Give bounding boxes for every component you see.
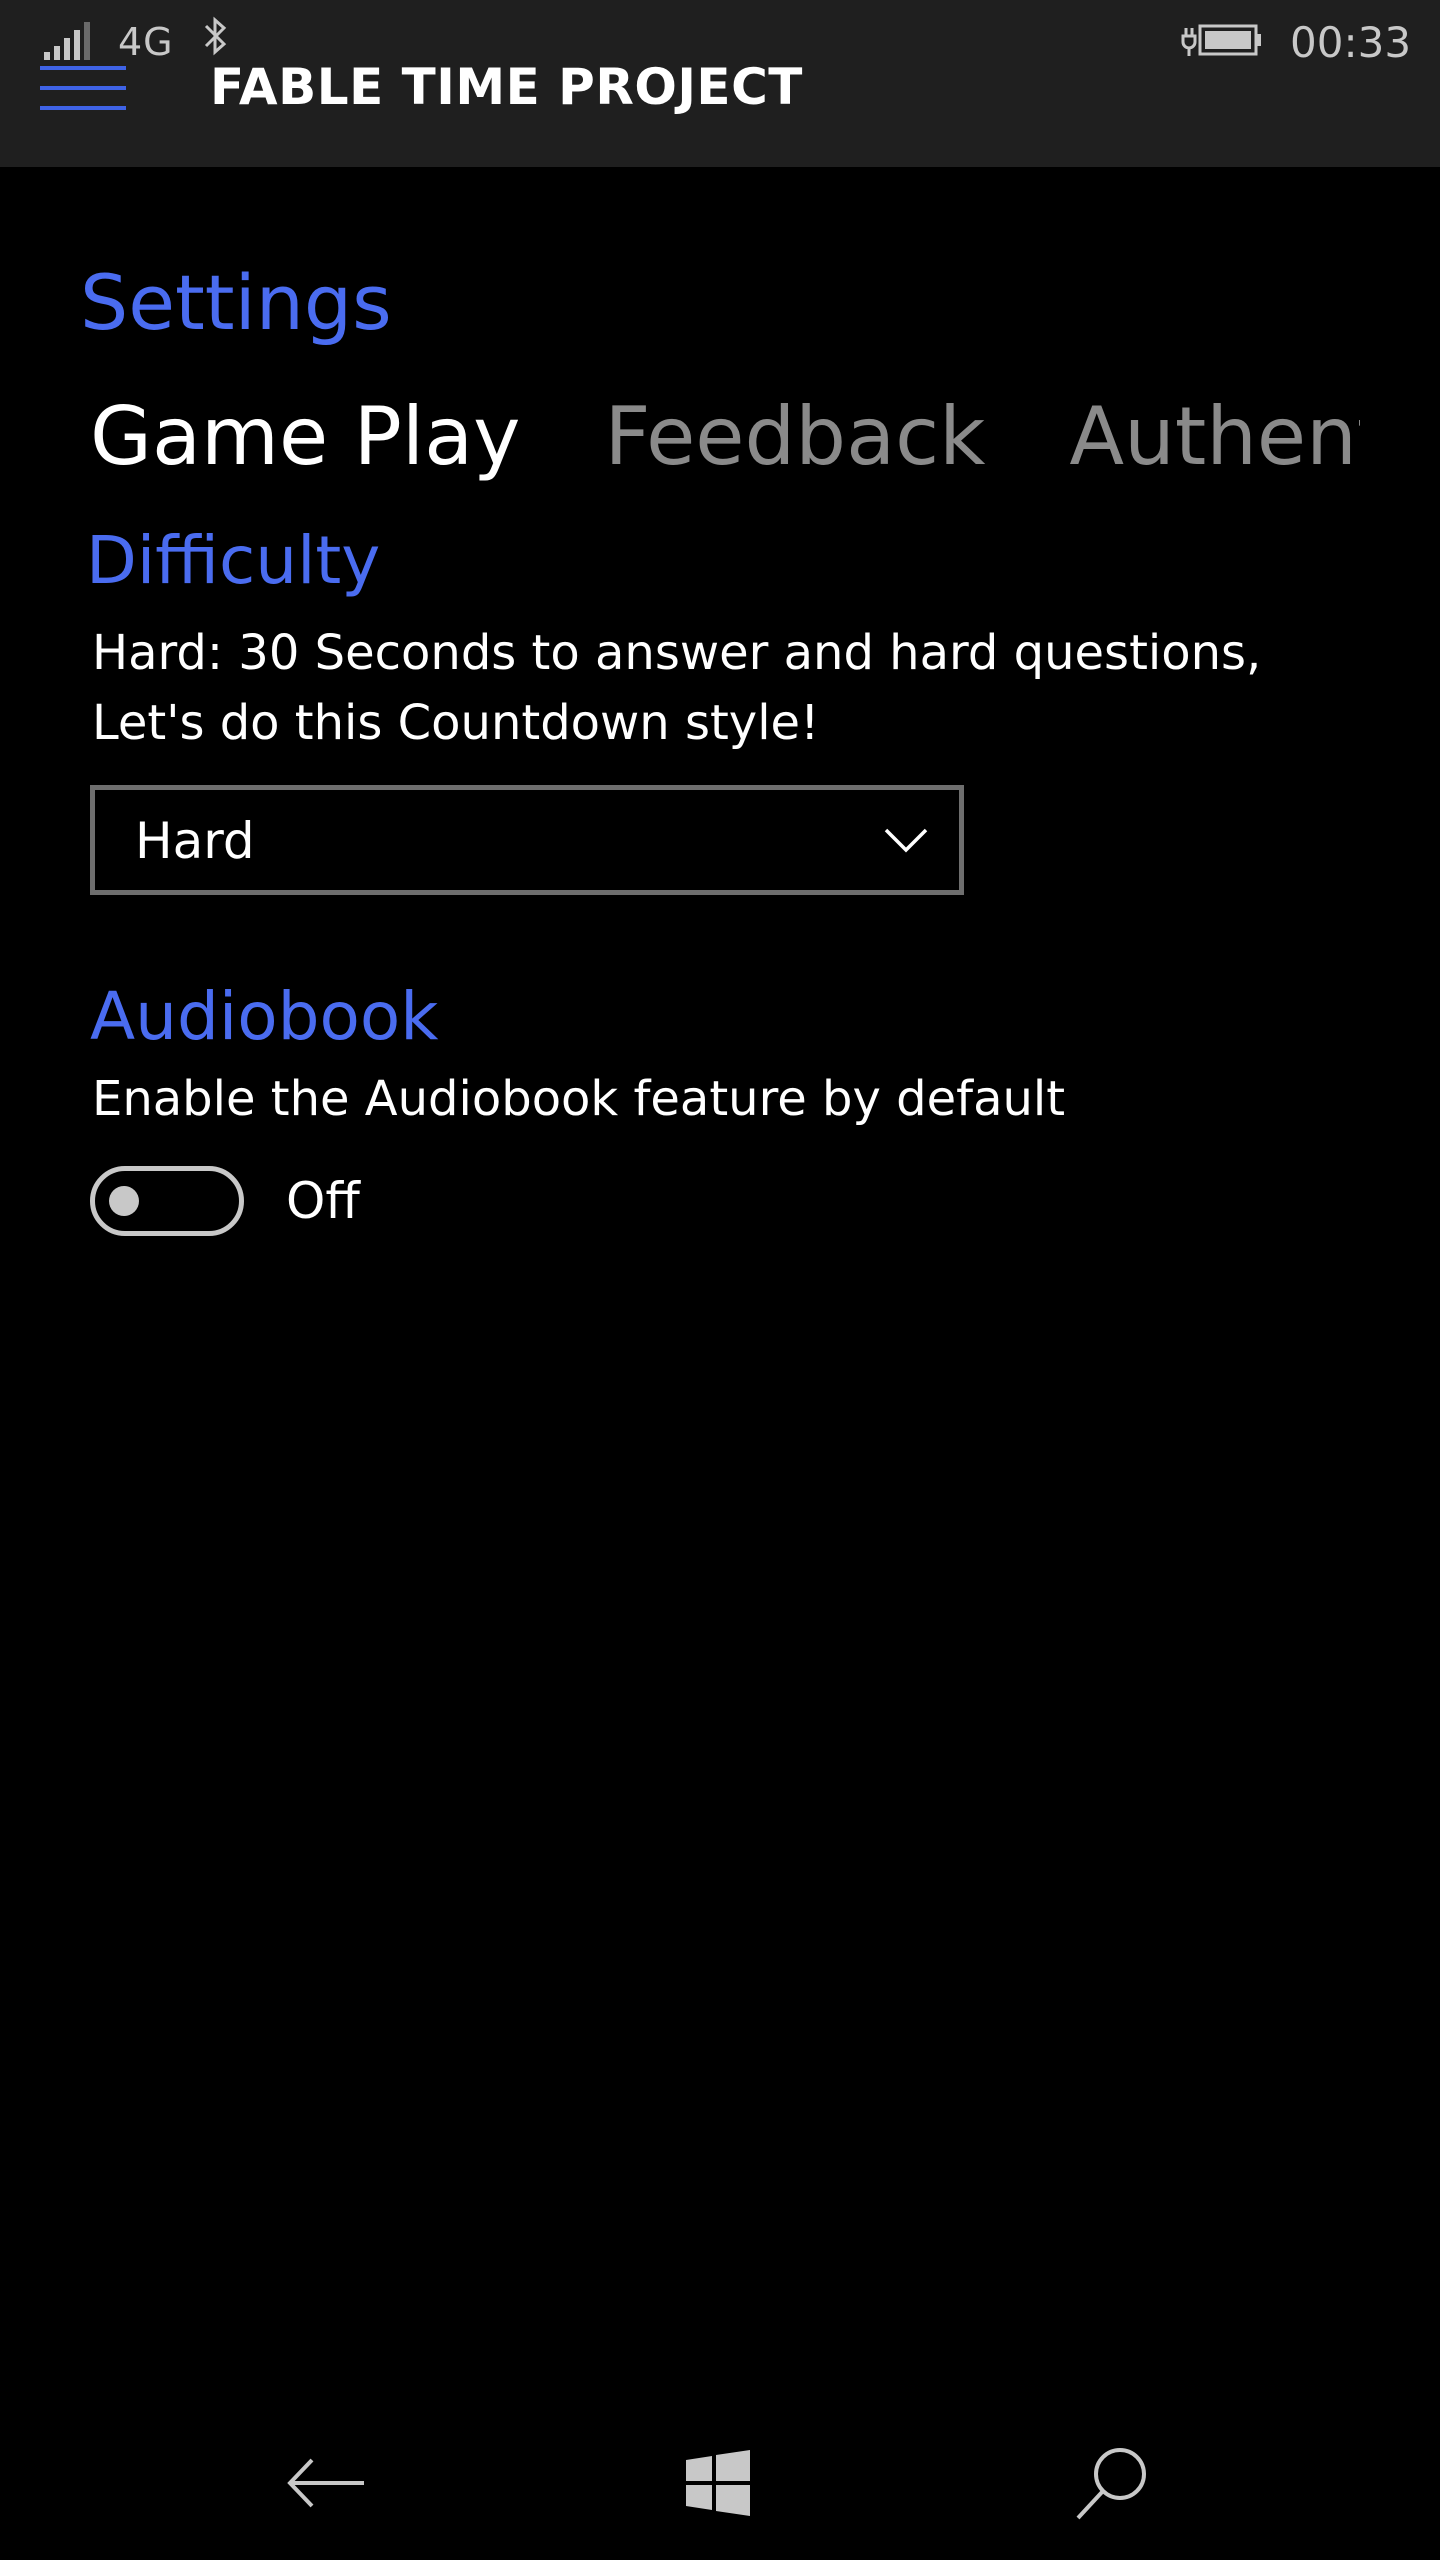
difficulty-dropdown[interactable]: Hard (90, 785, 964, 895)
difficulty-description-line-1: Hard: 30 Seconds to answer and hard ques… (92, 625, 1262, 681)
chevron-down-icon (884, 828, 928, 853)
bluetooth-icon (204, 16, 227, 56)
hamburger-menu-icon[interactable] (40, 62, 126, 114)
windows-logo-icon[interactable] (672, 2438, 762, 2528)
app-bar: 4G 00:33 FABLE TIME PROJECT (0, 0, 1440, 167)
audiobook-description: Enable the Audiobook feature by default (92, 1071, 1066, 1127)
difficulty-description-line-2: Let's do this Countdown style! (92, 695, 820, 751)
battery-charging-icon (1181, 24, 1261, 56)
search-icon[interactable] (1068, 2438, 1158, 2528)
back-arrow-icon[interactable] (282, 2438, 372, 2528)
audiobook-toggle-state: Off (286, 1172, 360, 1230)
system-nav-bar (0, 2400, 1440, 2560)
difficulty-description: Hard: 30 Seconds to answer and hard ques… (92, 618, 1342, 758)
clock: 00:33 (1290, 18, 1412, 67)
difficulty-heading: Difficulty (86, 522, 381, 599)
signal-bars-icon (44, 22, 90, 60)
audiobook-heading: Audiobook (90, 978, 439, 1055)
audiobook-toggle[interactable] (90, 1166, 244, 1236)
app-title: FABLE TIME PROJECT (210, 58, 803, 116)
difficulty-selected-value: Hard (135, 812, 255, 870)
tab-game-play[interactable]: Game Play (90, 390, 520, 483)
tab-authentication[interactable]: Authentica (1069, 390, 1360, 483)
toggle-knob (109, 1186, 139, 1216)
network-type: 4G (118, 20, 174, 64)
tab-feedback[interactable]: Feedback (604, 390, 985, 483)
page-title: Settings (80, 258, 392, 347)
pivot-tabs: Game Play Feedback Authentica (90, 390, 1360, 490)
